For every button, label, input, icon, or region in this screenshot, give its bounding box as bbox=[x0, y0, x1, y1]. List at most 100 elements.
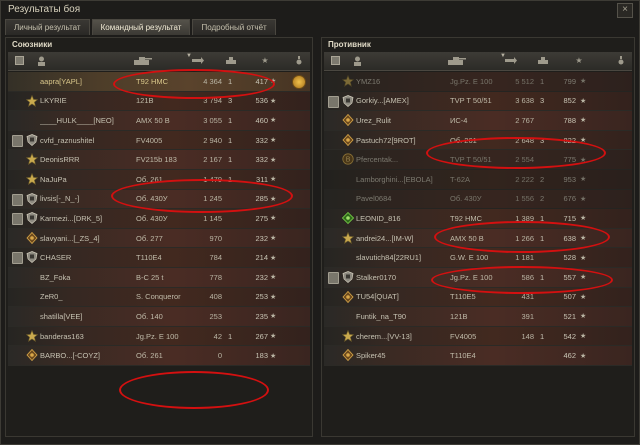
player-row[interactable]: BARBO...[-COYZ] Об. 261 0 183 ★ bbox=[8, 346, 310, 366]
player-name: BZ_Foka bbox=[40, 272, 71, 282]
player-row[interactable]: Pavel0684 Об. 430У 1 556 2 676 ★ bbox=[324, 189, 632, 210]
player-row[interactable]: Lamborghini...[EBOLA] T-62A 2 222 2 953 ★ bbox=[324, 169, 632, 190]
player-column-icon[interactable] bbox=[36, 55, 46, 66]
player-damage: 4 364 bbox=[203, 76, 222, 86]
player-xp: 417 bbox=[255, 76, 268, 86]
player-row[interactable]: banderas163 Jg.Pz. E 100 42 1 267 ★ bbox=[8, 326, 310, 347]
player-row[interactable]: LEONID_816 T92 HMC 1 389 1 715 ★ bbox=[324, 209, 632, 229]
clan-emblem-icon bbox=[342, 114, 354, 127]
damage-column-icon[interactable] bbox=[504, 55, 518, 66]
player-name: LEONID_816 bbox=[356, 213, 401, 223]
player-row[interactable]: YMZ16 Jg.Pz. E 100 5 512 1 799 ★ bbox=[324, 72, 632, 92]
player-name: ____HULK____[NEO] bbox=[40, 115, 114, 125]
player-row[interactable]: Spiker45 T110E4 462 ★ bbox=[324, 346, 632, 366]
player-name: andrei24...[IM-W] bbox=[356, 233, 414, 243]
experience-column-icon[interactable]: ★ bbox=[574, 55, 584, 66]
experience-star-icon: ★ bbox=[270, 195, 277, 203]
kills-column-icon[interactable] bbox=[224, 55, 238, 66]
player-name: cvfd_raznushitel bbox=[40, 135, 95, 145]
experience-star-icon: ★ bbox=[270, 215, 277, 223]
player-row[interactable]: Stalker0170 Jg.Pz. E 100 586 1 557 ★ bbox=[324, 267, 632, 288]
medals-column-icon[interactable] bbox=[617, 55, 625, 66]
player-name: slavutich84[22RU1] bbox=[356, 253, 422, 263]
platoon-icon bbox=[328, 95, 339, 108]
experience-star-icon: ★ bbox=[270, 117, 277, 125]
player-row[interactable]: cherem...[VV-13] FV4005 148 1 542 ★ bbox=[324, 326, 632, 347]
player-row[interactable]: LKYRIE 121B 3 794 3 536 ★ bbox=[8, 91, 310, 112]
player-row[interactable]: shatilla[VEE] Об. 140 253 235 ★ bbox=[8, 307, 310, 327]
player-row[interactable]: DeonisRRR FV215b 183 2 167 1 332 ★ bbox=[8, 150, 310, 170]
player-row[interactable]: Pastuch72[9ROT] Об. 261 2 648 3 822 ★ bbox=[324, 130, 632, 151]
player-name: Pavel0684 bbox=[356, 194, 392, 204]
clan-emblem-icon bbox=[26, 349, 38, 362]
player-row[interactable]: Karmezi...[DRK_5] Об. 430У 1 145 275 ★ bbox=[8, 209, 310, 229]
player-row[interactable]: CHASER T110E4 784 214 ★ bbox=[8, 248, 310, 268]
player-row[interactable]: Gorkiy...[AMEX] TVP T 50/51 3 638 3 852 ★ bbox=[324, 91, 632, 112]
player-xp: 332 bbox=[255, 135, 268, 145]
player-tank: TVP T 50/51 bbox=[450, 155, 492, 165]
player-row[interactable]: slavyani...[_ZS_4] Об. 277 970 232 ★ bbox=[8, 228, 310, 249]
player-damage: 3 055 bbox=[203, 115, 222, 125]
experience-column-icon[interactable]: ★ bbox=[260, 55, 270, 66]
player-row[interactable]: BZ_Foka B-C 25 t 778 232 ★ bbox=[8, 267, 310, 288]
player-xp: 232 bbox=[255, 272, 268, 282]
player-row[interactable]: aapra[YAPL] T92 HMC 4 364 1 417 ★ bbox=[8, 72, 310, 92]
clan-emblem-icon bbox=[26, 192, 38, 205]
player-xp: 852 bbox=[563, 96, 576, 106]
player-row[interactable]: Urez_Rulit ИС-4 2 767 788 ★ bbox=[324, 111, 632, 131]
player-row[interactable]: Funtik_na_T90 121B 391 521 ★ bbox=[324, 307, 632, 327]
player-name: TU54[QUAT] bbox=[356, 292, 399, 302]
player-column-icon[interactable] bbox=[352, 55, 362, 66]
player-row[interactable]: slavutich84[22RU1] G.W. E 100 1 181 528 ★ bbox=[324, 248, 632, 268]
player-tank: T110E4 bbox=[136, 253, 162, 263]
player-xp: 676 bbox=[563, 194, 576, 204]
player-row[interactable]: NaJuPa Об. 261 1 479 1 311 ★ bbox=[8, 169, 310, 190]
experience-star-icon: ★ bbox=[270, 156, 277, 164]
enemies-panel: Противник ▼ ★ YMZ16 Jg.Pz. E 100 5 512 1… bbox=[321, 37, 635, 437]
player-xp: 275 bbox=[255, 213, 268, 223]
experience-star-icon: ★ bbox=[580, 333, 587, 341]
player-row[interactable]: cvfd_raznushitel FV4005 2 940 1 332 ★ bbox=[8, 130, 310, 151]
player-name: Funtik_na_T90 bbox=[356, 311, 407, 321]
player-kills: 3 bbox=[228, 96, 233, 106]
player-name: Spiker45 bbox=[356, 351, 386, 361]
player-xp: 536 bbox=[255, 96, 268, 106]
player-row[interactable]: livsis[-_N_-] Об. 430У 1 245 285 ★ bbox=[8, 189, 310, 210]
tab-personal-result[interactable]: Личный результат bbox=[5, 19, 90, 35]
player-name: Stalker0170 bbox=[356, 272, 397, 282]
player-row[interactable]: ____HULK____[NEO] AMX 50 B 3 055 1 460 ★ bbox=[8, 111, 310, 131]
player-kills: 1 bbox=[228, 174, 233, 184]
player-damage: 148 bbox=[521, 331, 534, 341]
vehicle-column-icon[interactable] bbox=[132, 55, 152, 66]
player-row[interactable]: ZeR0_ S. Conqueror 408 253 ★ bbox=[8, 287, 310, 308]
player-row[interactable]: andrei24...[IM-W] AMX 50 B 1 266 1 638 ★ bbox=[324, 228, 632, 249]
damage-column-icon[interactable] bbox=[191, 55, 205, 66]
medals-column-icon[interactable] bbox=[295, 55, 303, 66]
player-damage: 1 145 bbox=[203, 213, 222, 223]
player-xp: 799 bbox=[563, 76, 576, 86]
experience-star-icon: ★ bbox=[580, 117, 587, 125]
player-tank: Jg.Pz. E 100 bbox=[136, 331, 179, 341]
player-row[interactable]: B Pfercentak... TVP T 50/51 2 554 775 ★ bbox=[324, 150, 632, 170]
tab-team-result[interactable]: Командный результат bbox=[91, 19, 191, 35]
player-name: Urez_Rulit bbox=[356, 115, 392, 125]
player-name: Lamborghini...[EBOLA] bbox=[356, 174, 433, 184]
player-row[interactable]: TU54[QUAT] T110E5 431 507 ★ bbox=[324, 287, 632, 308]
close-button[interactable]: × bbox=[617, 3, 633, 18]
kills-column-icon[interactable] bbox=[536, 55, 550, 66]
player-xp: 788 bbox=[563, 115, 576, 125]
medal-icon[interactable] bbox=[292, 75, 306, 89]
platoon-column-icon[interactable] bbox=[14, 55, 24, 66]
vehicle-column-icon[interactable] bbox=[446, 55, 466, 66]
player-name: Pfercentak... bbox=[356, 155, 399, 165]
platoon-column-icon[interactable] bbox=[330, 55, 340, 66]
experience-star-icon: ★ bbox=[270, 274, 277, 282]
player-damage: 1 181 bbox=[515, 253, 534, 263]
clan-emblem-icon bbox=[341, 231, 355, 244]
player-kills: 1 bbox=[540, 233, 545, 243]
player-tank: Об. 277 bbox=[136, 233, 163, 243]
tab-detailed-report[interactable]: Подробный отчёт bbox=[192, 19, 276, 35]
platoon-icon bbox=[12, 134, 23, 147]
platoon-icon bbox=[12, 252, 23, 265]
player-damage: 1 479 bbox=[203, 174, 222, 184]
